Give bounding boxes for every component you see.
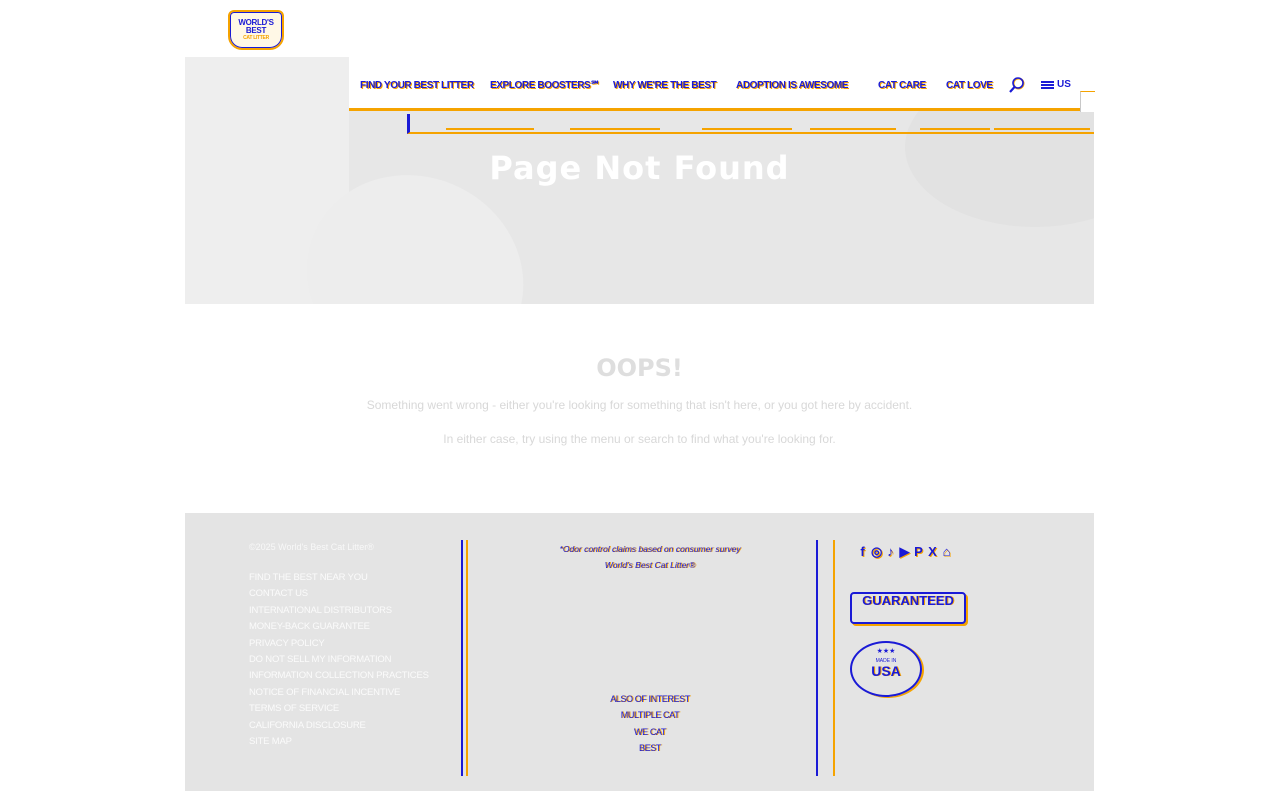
also-link[interactable]: BEST: [485, 740, 815, 756]
guarantee-badge-text: GUARANTEED: [862, 593, 954, 608]
sub-nav-item[interactable]: [920, 122, 990, 130]
facebook-icon[interactable]: f: [857, 543, 868, 560]
made-in-usa-badge: ★★★ MADE IN USA: [850, 641, 922, 697]
error-message: Something went wrong - either you're loo…: [366, 398, 913, 412]
footer-link-information-collection[interactable]: INFORMATION COLLECTION PRACTICES: [249, 668, 429, 684]
error-heading: OOPS!: [596, 354, 683, 382]
footer: ©2025 World's Best Cat Litter® FIND THE …: [185, 513, 1094, 791]
stars-icon: ★★★: [876, 648, 896, 655]
usa-label: USA: [871, 663, 901, 679]
nav-corner-decoration: [1080, 91, 1095, 112]
footer-link-notice-of-financial-incentive[interactable]: NOTICE OF FINANCIAL INCENTIVE: [249, 685, 429, 701]
us-flag-icon[interactable]: [1041, 81, 1054, 90]
page-title: Page Not Found: [489, 149, 790, 187]
locale-selector[interactable]: US: [1057, 79, 1071, 90]
logo[interactable]: WORLD'S BEST CAT LITTER: [228, 10, 284, 50]
footer-link-money-back-guarantee[interactable]: MONEY-BACK GUARANTEE: [249, 619, 429, 635]
home-icon[interactable]: ⌂: [941, 543, 952, 560]
main-nav: FIND YOUR BEST LITTER EXPLORE BOOSTERS℠ …: [349, 57, 1095, 112]
footer-divider: [461, 540, 463, 776]
footer-divider: [816, 540, 818, 776]
logo-line2: BEST: [245, 26, 267, 35]
search-icon[interactable]: [1009, 77, 1025, 93]
sub-nav: [407, 114, 1094, 134]
footer-link-international-distributors[interactable]: INTERNATIONAL DISTRIBUTORS: [249, 603, 429, 619]
disclaimer-line: *Odor control claims based on consumer s…: [559, 544, 741, 554]
footer-disclaimer: *Odor control claims based on consumer s…: [485, 541, 815, 587]
nav-item-cat-care[interactable]: CAT CARE: [878, 80, 926, 91]
page: WORLD'S BEST CAT LITTER Page Not Found F…: [185, 0, 1095, 800]
footer-divider: [466, 540, 468, 776]
nav-item-explore-boosters[interactable]: EXPLORE BOOSTERS℠: [490, 80, 600, 91]
nav-item-why-were-the-best[interactable]: WHY WE'RE THE BEST: [613, 80, 717, 91]
footer-link-site-map[interactable]: SITE MAP: [249, 734, 429, 750]
footer-link-california-disclosure[interactable]: CALIFORNIA DISCLOSURE: [249, 718, 429, 734]
footer-link-find-the-best-near-you[interactable]: FIND THE BEST NEAR YOU: [249, 570, 429, 586]
tiktok-icon[interactable]: ♪: [885, 543, 896, 560]
sub-nav-item[interactable]: [994, 122, 1090, 130]
error-hint: In either case, try using the menu or se…: [443, 432, 836, 446]
also-link[interactable]: MULTIPLE CAT: [485, 707, 815, 723]
also-of-interest-links: ALSO OF INTEREST MULTIPLE CAT WE CAT BES…: [485, 691, 815, 757]
instagram-icon[interactable]: ◎: [871, 543, 882, 560]
footer-link-terms-of-service[interactable]: TERMS OF SERVICE: [249, 701, 429, 717]
footer-links: FIND THE BEST NEAR YOU CONTACT US INTERN…: [249, 570, 429, 750]
youtube-icon[interactable]: ▶: [899, 543, 910, 560]
sub-nav-item[interactable]: [702, 122, 792, 130]
disclaimer-line: World's Best Cat Litter®: [604, 560, 696, 570]
footer-divider: [833, 540, 835, 776]
also-of-interest-heading: ALSO OF INTEREST: [610, 694, 690, 704]
footer-link-privacy-policy[interactable]: PRIVACY POLICY: [249, 636, 429, 652]
nav-item-cat-love[interactable]: CAT LOVE: [946, 80, 993, 91]
sub-nav-item[interactable]: [810, 122, 896, 130]
sub-nav-item[interactable]: [570, 122, 660, 130]
x-icon[interactable]: X: [927, 543, 938, 560]
logo-line3: CAT LITTER: [243, 35, 269, 41]
footer-link-do-not-sell[interactable]: DO NOT SELL MY INFORMATION: [249, 652, 429, 668]
sub-nav-item[interactable]: [446, 122, 534, 130]
footer-link-contact-us[interactable]: CONTACT US: [249, 586, 429, 602]
social-links: f ◎ ♪ ▶ P X ⌂: [857, 543, 952, 560]
guarantee-badge: GUARANTEED: [850, 592, 966, 624]
also-link[interactable]: WE CAT: [485, 724, 815, 740]
nav-item-adoption-is-awesome[interactable]: ADOPTION IS AWESOME: [736, 80, 848, 91]
pinterest-icon[interactable]: P: [913, 543, 924, 560]
nav-item-find-your-best-litter[interactable]: FIND YOUR BEST LITTER: [360, 80, 474, 91]
copyright: ©2025 World's Best Cat Litter®: [249, 542, 374, 552]
